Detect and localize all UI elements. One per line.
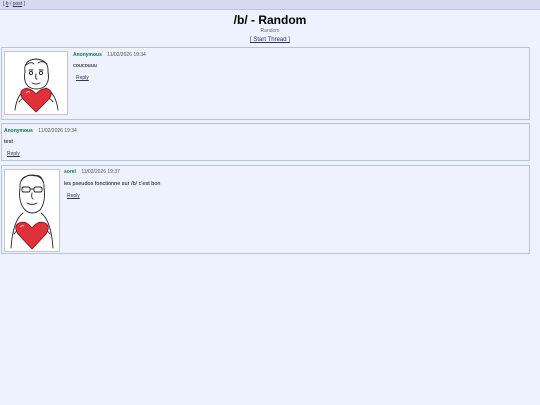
post-date: 11/02/2026 19:37	[81, 169, 120, 175]
cartoon-man-heart-icon	[10, 174, 54, 250]
thread-post-1: Anonymous 11/02/2026 19:34 coucouuu Repl…	[1, 47, 530, 120]
post-message: les pseudos fonctionne sur /b/ c'est bon	[64, 181, 161, 187]
board-subtitle: Random	[260, 28, 280, 34]
post-message: coucouuu	[73, 63, 97, 69]
cartoon-man-heart-icon	[14, 58, 59, 113]
board-nav: [ b / post ]	[3, 1, 25, 7]
reply-link[interactable]: Reply	[7, 151, 20, 157]
post-meta: Anonymous 11/02/2026 19:34	[73, 52, 146, 59]
post-image-thumbnail[interactable]	[4, 51, 68, 115]
page-title: /b/ - Random	[233, 13, 307, 27]
nav-link-b[interactable]: b	[6, 1, 9, 7]
post-meta: Anonymous 11/02/2026 19:34	[4, 128, 77, 135]
reply-link[interactable]: Reply	[76, 75, 89, 81]
post-date: 11/02/2026 19:34	[38, 128, 77, 134]
post-meta: sorel 11/02/2026 19:37	[64, 169, 120, 176]
top-nav-bar: [ b / post ]	[0, 0, 540, 10]
reply-link[interactable]: Reply	[67, 193, 80, 199]
thread-post-2: Anonymous 11/02/2026 19:34 test Reply	[1, 123, 530, 161]
start-thread-link[interactable]: [ Start Thread ]	[250, 37, 290, 43]
nav-link-post[interactable]: post	[13, 1, 22, 7]
board-header: /b/ - Random Random [ Start Thread ]	[0, 13, 540, 43]
poster-name: sorel	[64, 169, 76, 175]
nav-separator: /	[9, 1, 12, 7]
post-image-thumbnail[interactable]	[4, 169, 60, 252]
post-date: 11/02/2026 19:34	[107, 52, 146, 58]
poster-name: Anonymous	[73, 52, 102, 58]
thread-post-3: sorel 11/02/2026 19:37 les pseudos fonct…	[1, 165, 530, 254]
poster-name: Anonymous	[4, 128, 33, 134]
post-message: test	[4, 139, 13, 145]
